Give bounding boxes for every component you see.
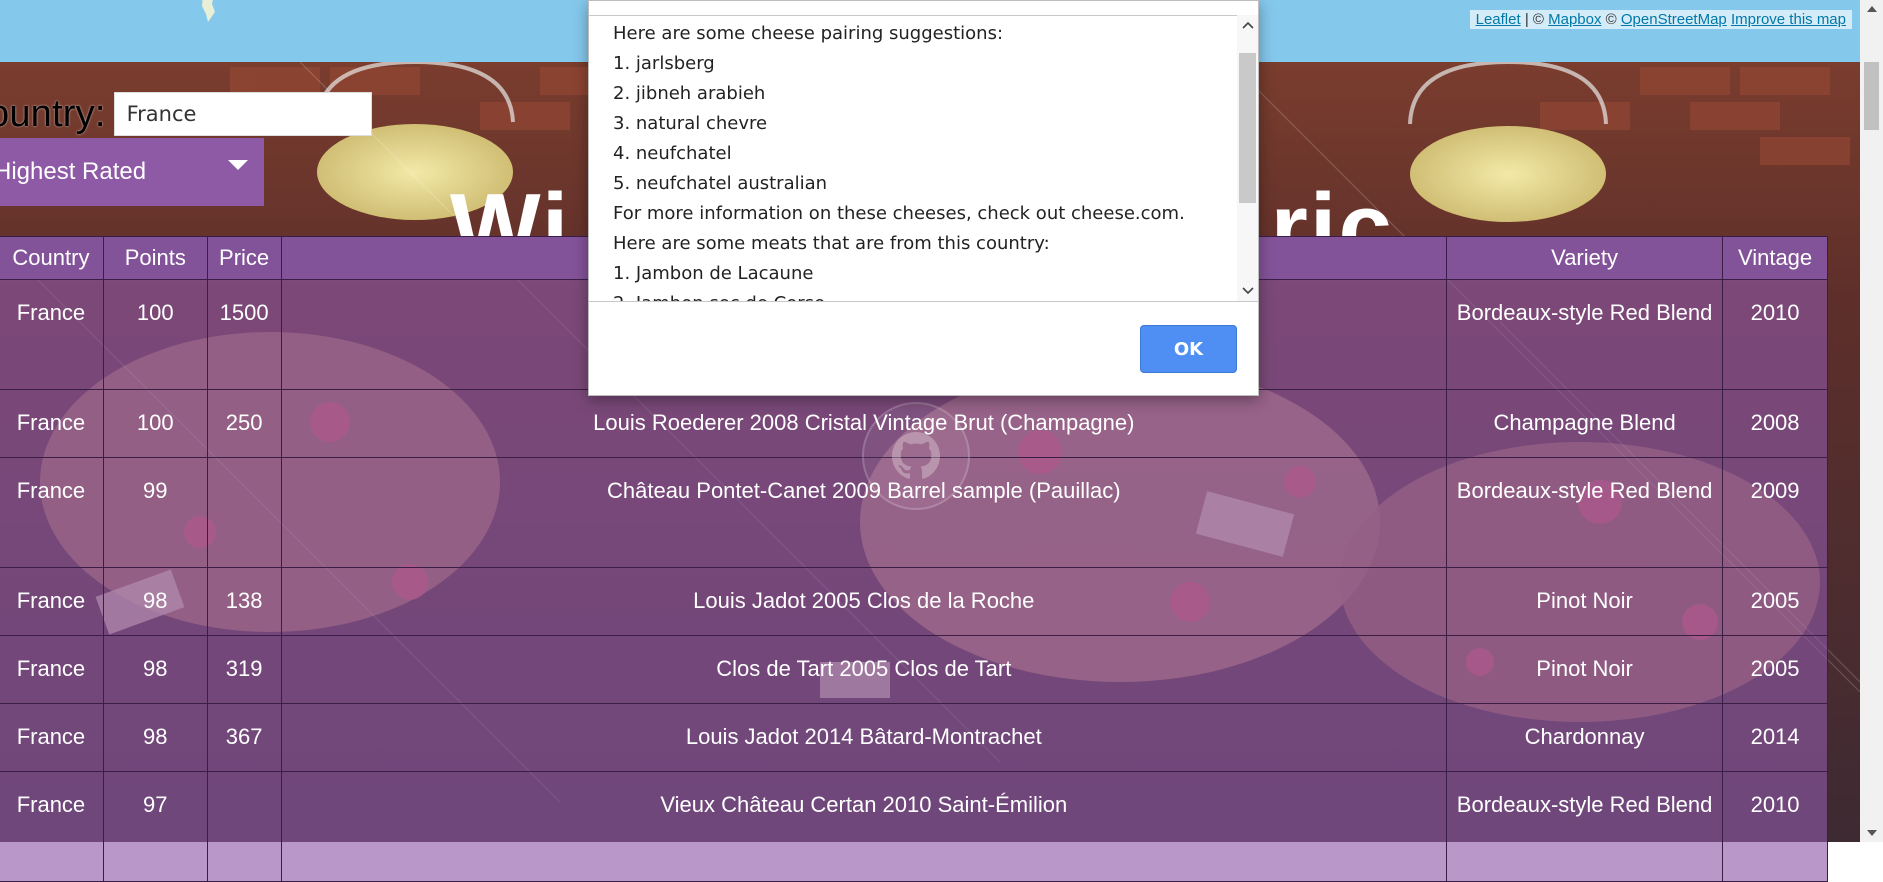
cell-price: 250	[206, 389, 282, 458]
sort-select-value: Highest Rated	[0, 158, 147, 185]
page-title-left: Wi	[450, 180, 571, 236]
dialog-line: 1. jarlsberg	[613, 53, 715, 74]
dialog-message[interactable]: Here are some cheese pairing suggestions…	[589, 15, 1258, 302]
cell-price	[206, 457, 282, 568]
scroll-up-icon[interactable]	[1860, 0, 1883, 18]
cell-country: France	[0, 703, 104, 772]
page-scrollbar[interactable]	[1860, 0, 1883, 842]
cell-points: 99	[102, 457, 208, 568]
improve-map-link[interactable]: Improve this map	[1731, 11, 1846, 28]
cell-wine: Château Pontet-Canet 2009 Barrel sample …	[280, 457, 1448, 568]
header-price[interactable]: Price	[206, 236, 282, 280]
table-row[interactable]: France 98 138 Louis Jadot 2005 Clos de l…	[0, 567, 1828, 636]
scrollbar-thumb[interactable]	[1864, 62, 1879, 130]
cell-wine: Clos de Tart 2005 Clos de Tart	[280, 635, 1448, 704]
dialog-line: Here are some meats that are from this c…	[613, 233, 1050, 254]
dialog-line: For more information on these cheeses, c…	[613, 203, 1185, 224]
country-filter: ountry:	[0, 90, 372, 138]
cell-vintage: 2008	[1722, 389, 1828, 458]
cell-points: 98	[102, 635, 208, 704]
sort-select[interactable]: Highest Rated	[0, 138, 264, 206]
cell-price: 319	[206, 635, 282, 704]
dialog-scroll-up-icon[interactable]	[1237, 15, 1258, 35]
cell-variety: Chardonnay	[1446, 703, 1724, 772]
header-country[interactable]: Country	[0, 236, 104, 280]
header-vintage[interactable]: Vintage	[1722, 236, 1828, 280]
cell-variety: Pinot Noir	[1446, 567, 1724, 636]
ok-button[interactable]: OK	[1140, 325, 1237, 373]
cell-vintage: 2010	[1722, 279, 1828, 390]
attr-sep-2: ©	[1601, 11, 1621, 28]
dialog-scrollbar[interactable]	[1237, 15, 1258, 301]
cell-price	[206, 771, 282, 882]
cell-country: France	[0, 457, 104, 568]
map-landmass	[202, 0, 215, 22]
dialog-line: Here are some cheese pairing suggestions…	[613, 23, 1004, 44]
cell-vintage: 2005	[1722, 567, 1828, 636]
leaflet-link[interactable]: Leaflet	[1476, 11, 1521, 28]
cell-points: 100	[102, 389, 208, 458]
openstreetmap-link[interactable]: OpenStreetMap	[1621, 11, 1727, 28]
table-row[interactable]: France 98 367 Louis Jadot 2014 Bâtard-Mo…	[0, 703, 1828, 772]
cell-vintage: 2009	[1722, 457, 1828, 568]
dialog-line: 3. natural chevre	[613, 113, 768, 134]
cell-wine: Vieux Château Certan 2010 Saint-Émilion	[280, 771, 1448, 882]
cell-vintage: 2010	[1722, 771, 1828, 882]
attr-sep-1: | ©	[1520, 11, 1549, 28]
dialog-line: 1. Jambon de Lacaune	[613, 263, 814, 284]
dialog-message-text: Here are some cheese pairing suggestions…	[613, 19, 1185, 301]
cell-country: France	[0, 567, 104, 636]
dialog-line: 4. neufchatel	[613, 143, 732, 164]
cell-price: 367	[206, 703, 282, 772]
country-label: ountry:	[0, 92, 106, 135]
dialog-scrollbar-thumb[interactable]	[1239, 53, 1256, 203]
cell-variety: Champagne Blend	[1446, 389, 1724, 458]
mapbox-link[interactable]: Mapbox	[1548, 11, 1601, 28]
header-points[interactable]: Points	[102, 236, 208, 280]
cell-variety: Bordeaux-style Red Blend	[1446, 457, 1724, 568]
cell-wine: Louis Jadot 2005 Clos de la Roche	[280, 567, 1448, 636]
cell-price: 138	[206, 567, 282, 636]
cell-vintage: 2005	[1722, 635, 1828, 704]
cell-country: France	[0, 771, 104, 882]
alert-dialog: Here are some cheese pairing suggestions…	[588, 0, 1259, 396]
dialog-scroll-down-icon[interactable]	[1237, 281, 1258, 301]
header-variety[interactable]: Variety	[1446, 236, 1724, 280]
country-input[interactable]	[113, 92, 372, 136]
table-row[interactable]: France 97 Vieux Château Certan 2010 Sain…	[0, 771, 1828, 882]
cell-vintage: 2014	[1722, 703, 1828, 772]
cell-wine: Louis Jadot 2014 Bâtard-Montrachet	[280, 703, 1448, 772]
dialog-line: 5. neufchatel australian	[613, 173, 828, 194]
chevron-down-icon	[228, 160, 248, 170]
dialog-line: 2. Jambon sec de Corse	[613, 289, 1185, 301]
cell-points: 98	[102, 703, 208, 772]
cell-points: 98	[102, 567, 208, 636]
dialog-header	[589, 1, 1258, 16]
cell-country: France	[0, 635, 104, 704]
github-icon[interactable]	[862, 402, 970, 510]
cell-points: 97	[102, 771, 208, 882]
cell-country: France	[0, 389, 104, 458]
scroll-down-icon[interactable]	[1860, 824, 1883, 842]
map-attribution: Leaflet | © Mapbox © OpenStreetMap Impro…	[1469, 10, 1852, 29]
cell-variety: Pinot Noir	[1446, 635, 1724, 704]
cell-points: 100	[102, 279, 208, 390]
cell-country: France	[0, 279, 104, 390]
table-row[interactable]: France 98 319 Clos de Tart 2005 Clos de …	[0, 635, 1828, 704]
dialog-line: 2. jibneh arabieh	[613, 83, 766, 104]
page-title-right: ric	[1270, 180, 1394, 236]
cell-price: 1500	[206, 279, 282, 390]
cell-variety: Bordeaux-style Red Blend	[1446, 771, 1724, 882]
cell-variety: Bordeaux-style Red Blend	[1446, 279, 1724, 390]
